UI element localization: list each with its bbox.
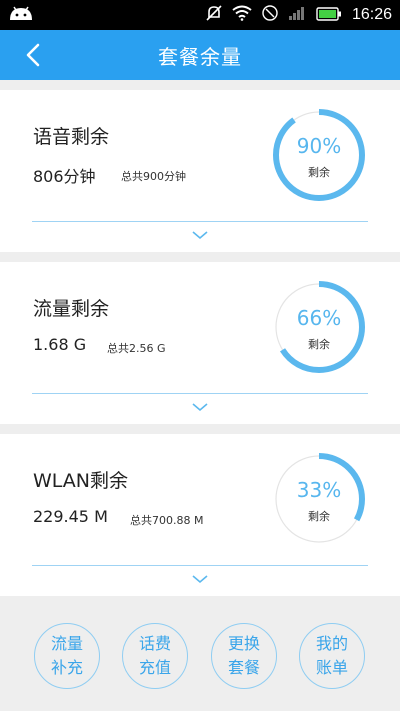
status-right: 16:26 bbox=[206, 4, 392, 26]
data-card: 流量剩余 1.68 G 总共2.56 G 66% 剩余 bbox=[0, 262, 400, 424]
page-title: 套餐余量 bbox=[158, 44, 242, 69]
notification-muted-icon bbox=[206, 4, 222, 26]
voice-card: 语音剩余 806分钟 总共900分钟 90% 剩余 bbox=[0, 90, 400, 252]
data-topup-button[interactable]: 流量 补充 bbox=[34, 623, 100, 689]
divider bbox=[32, 565, 368, 566]
action-label-line1: 话费 bbox=[138, 634, 171, 653]
chevron-down-icon[interactable] bbox=[190, 229, 210, 241]
sim-icon bbox=[262, 5, 278, 25]
action-label-line1: 流量 bbox=[50, 634, 83, 653]
total-amount: 总共700.88 M bbox=[130, 514, 204, 527]
action-label-line2: 账单 bbox=[315, 658, 348, 677]
total-amount: 总共900分钟 bbox=[121, 170, 186, 183]
ring-percent: 90% bbox=[296, 134, 342, 158]
action-label-line1: 我的 bbox=[315, 634, 348, 653]
wifi-icon bbox=[232, 5, 252, 25]
wlan-card: WLAN剩余 229.45 M 总共700.88 M 33% 剩余 bbox=[0, 434, 400, 596]
balance-recharge-button[interactable]: 话费 充值 bbox=[122, 623, 188, 689]
usage-ring: 66% 剩余 bbox=[272, 280, 366, 374]
action-bar: 流量 补充 话费 充值 更换 套餐 我的 账单 bbox=[0, 607, 400, 711]
action-label-line2: 充值 bbox=[138, 658, 171, 677]
ring-percent: 33% bbox=[296, 478, 342, 502]
status-bar: 16:26 bbox=[0, 0, 400, 30]
card-name: WLAN剩余 bbox=[33, 470, 129, 492]
remaining-amount: 1.68 G bbox=[33, 335, 87, 354]
card-name: 流量剩余 bbox=[33, 298, 110, 320]
app-header: 套餐余量 bbox=[0, 30, 400, 80]
action-label-line2: 补充 bbox=[50, 658, 83, 677]
chevron-down-icon[interactable] bbox=[190, 401, 210, 413]
ring-label: 剩余 bbox=[308, 338, 330, 351]
ring-label: 剩余 bbox=[308, 166, 330, 179]
chevron-left-icon bbox=[26, 43, 40, 67]
action-label-line2: 套餐 bbox=[227, 658, 260, 677]
battery-icon bbox=[316, 6, 342, 25]
card-name: 语音剩余 bbox=[33, 126, 110, 148]
action-label-line1: 更换 bbox=[227, 634, 260, 653]
remaining-amount: 229.45 M bbox=[33, 507, 108, 526]
remaining-amount: 806分钟 bbox=[33, 167, 96, 186]
total-amount: 总共2.56 G bbox=[107, 342, 166, 355]
status-left bbox=[8, 4, 34, 26]
my-bill-button[interactable]: 我的 账单 bbox=[299, 623, 365, 689]
usage-ring: 33% 剩余 bbox=[272, 452, 366, 546]
android-icon bbox=[8, 4, 34, 26]
chevron-down-icon[interactable] bbox=[190, 573, 210, 585]
divider bbox=[32, 221, 368, 222]
change-plan-button[interactable]: 更换 套餐 bbox=[211, 623, 277, 689]
back-button[interactable] bbox=[20, 42, 46, 68]
signal-icon bbox=[288, 5, 306, 25]
usage-ring: 90% 剩余 bbox=[272, 108, 366, 202]
divider bbox=[32, 393, 368, 394]
ring-label: 剩余 bbox=[308, 510, 330, 523]
ring-percent: 66% bbox=[296, 306, 342, 330]
status-time: 16:26 bbox=[351, 6, 392, 23]
